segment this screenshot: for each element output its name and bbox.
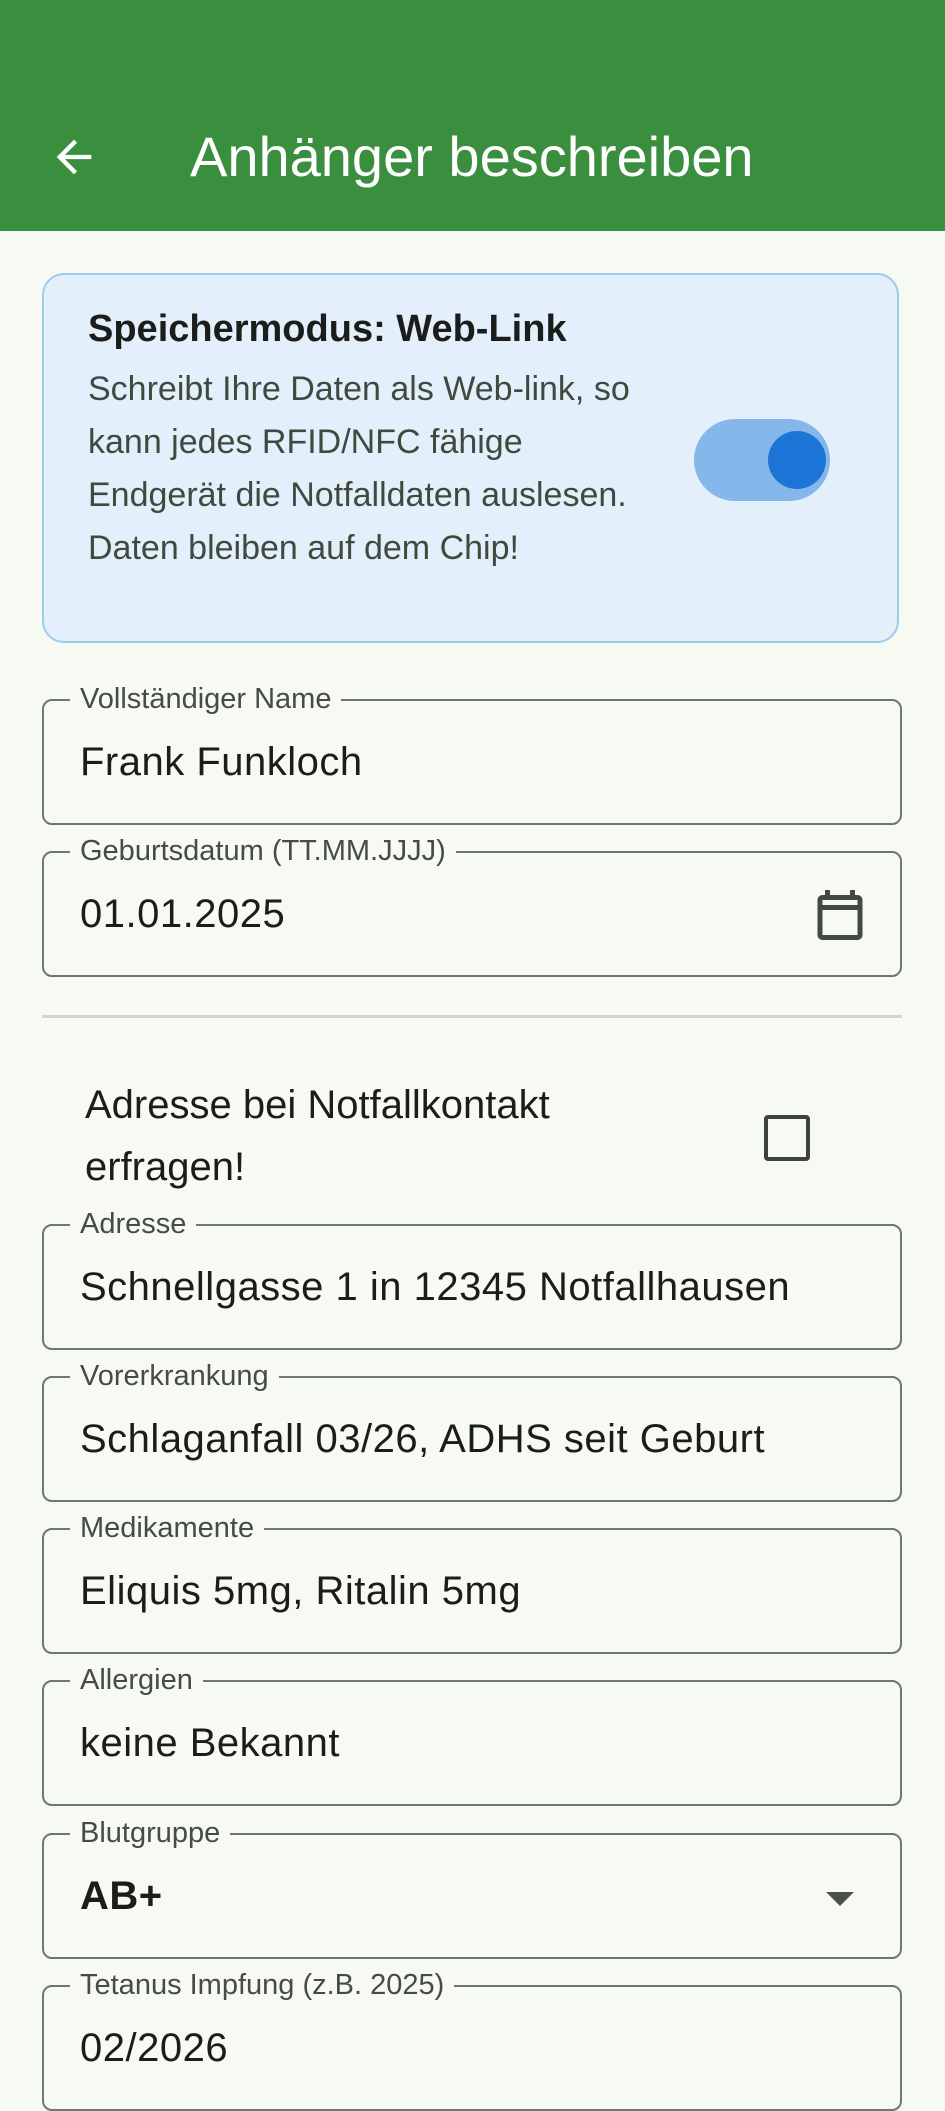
address-label: Adresse bbox=[70, 1207, 197, 1241]
allergies-field[interactable]: Allergien keine Bekannt bbox=[42, 1663, 902, 1806]
toggle-thumb bbox=[768, 431, 826, 489]
dropdown-arrow-icon bbox=[826, 1892, 854, 1906]
tetanus-field[interactable]: Tetanus Impfung (z.B. 2025) 02/2026 bbox=[42, 1968, 902, 2111]
condition-field[interactable]: Vorerkrankung Schlaganfall 03/26, ADHS s… bbox=[42, 1359, 902, 1502]
condition-label: Vorerkrankung bbox=[70, 1359, 279, 1393]
page-title: Anhänger beschreiben bbox=[190, 125, 754, 188]
allergies-label: Allergien bbox=[70, 1663, 203, 1697]
tetanus-label: Tetanus Impfung (z.B. 2025) bbox=[70, 1968, 455, 2002]
condition-value: Schlaganfall 03/26, ADHS seit Geburt bbox=[80, 1417, 766, 1461]
back-button[interactable] bbox=[40, 123, 108, 191]
address-value: Schnellgasse 1 in 12345 Notfallhausen bbox=[80, 1265, 791, 1309]
storage-mode-card: Speichermodus: Web-Link Schreibt Ihre Da… bbox=[42, 273, 899, 643]
arrow-left-icon bbox=[56, 139, 92, 175]
address-field[interactable]: Adresse Schnellgasse 1 in 12345 Notfallh… bbox=[42, 1207, 902, 1350]
address-checkbox-row[interactable]: Adresse bei Notfallkontakt erfragen! bbox=[42, 1070, 902, 1200]
allergies-value: keine Bekannt bbox=[80, 1721, 341, 1765]
blood-type-dropdown[interactable]: Blutgruppe AB+ bbox=[42, 1816, 902, 1959]
address-checkbox-label: Adresse bei Notfallkontakt erfragen! bbox=[85, 1083, 550, 1189]
tetanus-value: 02/2026 bbox=[80, 2026, 229, 2070]
calendar-icon bbox=[817, 890, 863, 940]
birthdate-field[interactable]: Geburtsdatum (TT.MM.JJJJ) 01.01.2025 bbox=[42, 834, 902, 977]
section-divider bbox=[42, 1015, 902, 1018]
full-name-field[interactable]: Vollständiger Name Frank Funkloch bbox=[42, 682, 902, 825]
birthdate-value: 01.01.2025 bbox=[80, 892, 286, 936]
birthdate-label: Geburtsdatum (TT.MM.JJJJ) bbox=[70, 834, 456, 868]
storage-mode-description: Schreibt Ihre Daten als Web-link, so kan… bbox=[88, 370, 630, 567]
full-name-label: Vollständiger Name bbox=[70, 682, 342, 716]
blood-type-label: Blutgruppe bbox=[70, 1816, 231, 1850]
calendar-button[interactable] bbox=[810, 885, 870, 945]
address-checkbox[interactable] bbox=[764, 1115, 810, 1161]
app-bar: Anhänger beschreiben bbox=[0, 0, 945, 231]
medication-value: Eliquis 5mg, Ritalin 5mg bbox=[80, 1569, 522, 1613]
storage-mode-title: Speichermodus: Web-Link bbox=[88, 308, 567, 350]
medication-field[interactable]: Medikamente Eliquis 5mg, Ritalin 5mg bbox=[42, 1511, 902, 1654]
storage-mode-toggle[interactable] bbox=[692, 417, 832, 503]
full-name-value: Frank Funkloch bbox=[80, 740, 363, 784]
blood-type-value: AB+ bbox=[80, 1874, 163, 1918]
medication-label: Medikamente bbox=[70, 1511, 265, 1545]
